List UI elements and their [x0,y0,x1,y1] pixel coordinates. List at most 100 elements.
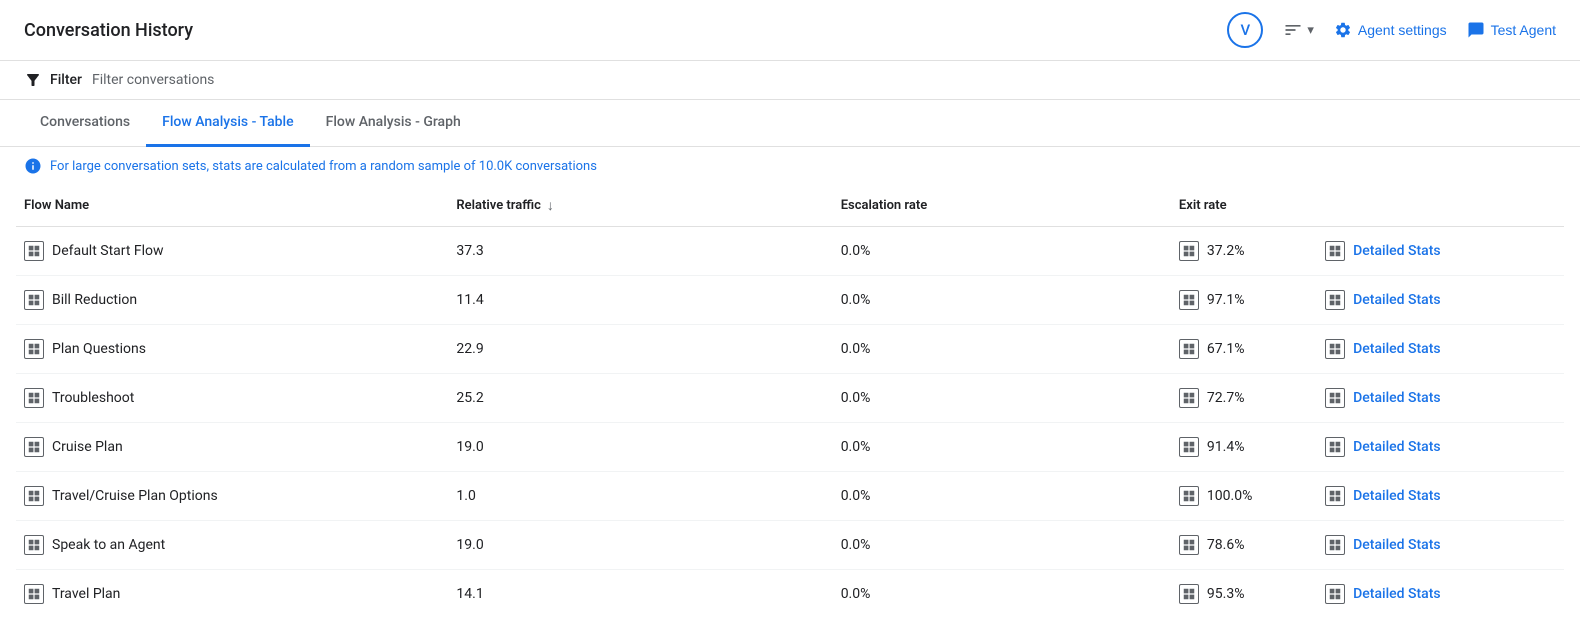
detailed-stats-table-icon[interactable] [1325,241,1345,261]
gear-icon [1334,21,1352,39]
detailed-stats-table-icon[interactable] [1325,584,1345,604]
escalation-rate-cell: 0.0% [833,374,1171,423]
test-agent-label: Test Agent [1491,22,1556,38]
flow-name-cell: Travel Plan [16,570,448,619]
detailed-stats-table-icon[interactable] [1325,339,1345,359]
exit-rate-value: 72.7% [1207,390,1245,406]
avatar[interactable]: V [1227,12,1263,48]
escalation-rate-value: 0.0% [841,586,871,602]
detailed-stats-link[interactable]: Detailed Stats [1353,488,1440,504]
tab-flow-analysis-graph[interactable]: Flow Analysis - Graph [310,100,477,147]
flow-name-cell: Default Start Flow [16,227,448,276]
actions-cell: Detailed Stats [1433,227,1449,275]
col-header-relative-traffic[interactable]: Relative traffic ↓ [448,185,832,227]
exit-rate-table-icon[interactable] [1179,290,1199,310]
detailed-stats-link[interactable]: Detailed Stats [1353,341,1440,357]
detailed-stats-table-icon[interactable] [1325,290,1345,310]
flow-name-table-icon[interactable] [24,535,44,555]
actions-cell: Detailed Stats [1433,325,1449,373]
relative-traffic-value: 19.0 [456,537,483,553]
exit-rate-table-icon[interactable] [1179,535,1199,555]
header-actions: V ▾ Agent settings Test Agent [1227,12,1556,48]
relative-traffic-value: 1.0 [456,488,475,504]
sort-arrow-icon: ↓ [547,197,554,214]
col-header-actions [1433,185,1564,227]
col-header-flow-name: Flow Name [16,185,448,227]
detailed-stats-link[interactable]: Detailed Stats [1353,292,1440,308]
detailed-stats-table-icon[interactable] [1325,535,1345,555]
flow-name-table-icon[interactable] [24,290,44,310]
tab-bar: Conversations Flow Analysis - Table Flow… [0,100,1580,147]
escalation-rate-cell: 0.0% [833,325,1171,374]
agent-settings-button[interactable]: Agent settings [1334,21,1447,39]
flow-name-cell: Bill Reduction [16,276,448,325]
detailed-stats-table-icon[interactable] [1325,388,1345,408]
sort-icon [1283,20,1303,40]
table-row: Cruise Plan 19.0 0.0% 91.4% Detailed Sta… [16,423,1564,472]
detailed-stats-link[interactable]: Detailed Stats [1353,439,1440,455]
flow-name-text: Bill Reduction [52,292,137,308]
exit-rate-table-icon[interactable] [1179,241,1199,261]
actions-cell: Detailed Stats [1433,521,1449,569]
flow-name-cell: Speak to an Agent [16,521,448,570]
exit-rate-table-icon[interactable] [1179,486,1199,506]
filter-label: Filter [50,72,82,88]
flow-name-text: Plan Questions [52,341,146,357]
sort-button[interactable]: ▾ [1283,20,1314,40]
escalation-rate-cell: 0.0% [833,521,1171,570]
table-row: Troubleshoot 25.2 0.0% 72.7% Detailed St… [16,374,1564,423]
relative-traffic-cell: 19.0 [448,423,832,472]
actions-cell: Detailed Stats [1433,276,1449,324]
flow-name-cell: Cruise Plan [16,423,448,472]
col-header-exit-rate: Exit rate [1171,185,1433,227]
table-row: Speak to an Agent 19.0 0.0% 78.6% Detail… [16,521,1564,570]
flow-name-table-icon[interactable] [24,339,44,359]
actions-cell: Detailed Stats [1433,472,1449,520]
escalation-rate-value: 0.0% [841,243,871,259]
exit-rate-table-icon[interactable] [1179,339,1199,359]
escalation-rate-cell: 0.0% [833,570,1171,619]
flow-analysis-table: Flow Name Relative traffic ↓ Escalation … [0,185,1580,634]
agent-settings-label: Agent settings [1358,22,1447,38]
exit-rate-value: 100.0% [1207,488,1252,504]
filter-placeholder: Filter conversations [92,72,214,88]
exit-rate-value: 37.2% [1207,243,1245,259]
relative-traffic-cell: 25.2 [448,374,832,423]
escalation-rate-value: 0.0% [841,390,871,406]
actions-cell: Detailed Stats [1433,374,1449,422]
exit-rate-value: 95.3% [1207,586,1245,602]
flow-name-table-icon[interactable] [24,241,44,261]
detailed-stats-table-icon[interactable] [1325,486,1345,506]
detailed-stats-link[interactable]: Detailed Stats [1353,243,1440,259]
flow-name-cell: Troubleshoot [16,374,448,423]
detailed-stats-link[interactable]: Detailed Stats [1353,390,1440,406]
actions-cell: Detailed Stats [1433,570,1449,618]
escalation-rate-value: 0.0% [841,292,871,308]
flow-name-table-icon[interactable] [24,486,44,506]
tab-flow-analysis-table[interactable]: Flow Analysis - Table [146,100,310,147]
flow-name-text: Speak to an Agent [52,537,165,553]
detailed-stats-table-icon[interactable] [1325,437,1345,457]
flow-name-table-icon[interactable] [24,388,44,408]
exit-rate-table-icon[interactable] [1179,584,1199,604]
flow-name-table-icon[interactable] [24,437,44,457]
tab-conversations[interactable]: Conversations [24,100,146,147]
exit-rate-table-icon[interactable] [1179,388,1199,408]
escalation-rate-cell: 0.0% [833,227,1171,276]
exit-rate-table-icon[interactable] [1179,437,1199,457]
escalation-rate-value: 0.0% [841,537,871,553]
actions-cell: Detailed Stats [1433,423,1449,471]
test-agent-button[interactable]: Test Agent [1467,21,1556,39]
relative-traffic-value: 11.4 [456,292,483,308]
chat-icon [1467,21,1485,39]
filter-icon-group: Filter [24,71,82,89]
flow-name-text: Troubleshoot [52,390,134,406]
detailed-stats-link[interactable]: Detailed Stats [1353,586,1440,602]
detailed-stats-link[interactable]: Detailed Stats [1353,537,1440,553]
col-header-escalation-rate: Escalation rate [833,185,1171,227]
flow-name-table-icon[interactable] [24,584,44,604]
flow-name-text: Travel Plan [52,586,120,602]
filter-bar: Filter Filter conversations [0,61,1580,100]
table-row: Travel Plan 14.1 0.0% 95.3% Detailed Sta… [16,570,1564,619]
escalation-rate-value: 0.0% [841,488,871,504]
